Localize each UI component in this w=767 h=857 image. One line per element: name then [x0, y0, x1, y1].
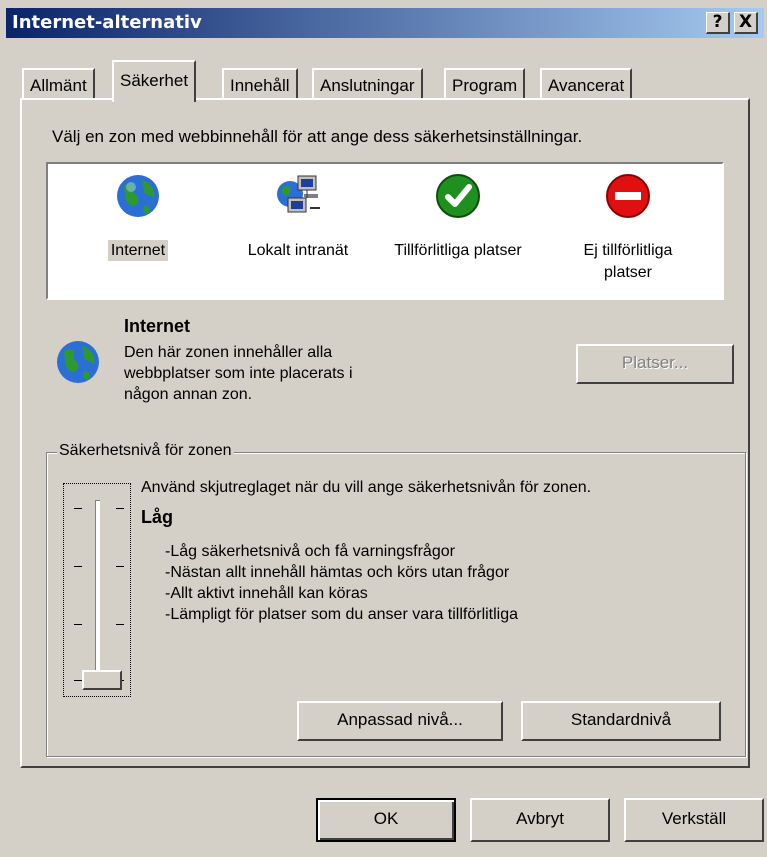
level-name: Låg — [141, 507, 174, 527]
slider-hint: Använd skjutreglaget när du vill ange sä… — [141, 479, 592, 496]
zone-trusted-sites[interactable]: Tillförlitliga platser — [378, 164, 538, 298]
zone-restricted-sites[interactable]: Ej tillförlitliga platser — [548, 164, 708, 298]
slider-tick — [116, 566, 124, 567]
tab-innehall[interactable]: Innehåll — [222, 68, 298, 98]
apply-button[interactable]: Verkställ — [624, 798, 764, 842]
slider-thumb[interactable] — [82, 670, 122, 690]
slider-tick — [116, 624, 124, 625]
zone-description-line: webbplatser som inte placerats i — [124, 365, 353, 382]
zone-label: Tillförlitliga platser — [394, 242, 522, 259]
globe-icon — [57, 341, 99, 383]
window-title: Internet-alternativ — [12, 12, 202, 33]
default-level-button[interactable]: Standardnivå — [521, 701, 721, 741]
tab-sakerhet[interactable]: Säkerhet — [112, 60, 197, 102]
zone-internet[interactable]: Internet — [58, 164, 218, 298]
selected-zone-name: Internet — [124, 316, 191, 336]
globe-icon — [117, 175, 159, 217]
slider-tick — [74, 680, 82, 681]
zone-label: Lokalt intranät — [247, 242, 349, 259]
title-bar[interactable]: Internet-alternativ ? X — [6, 8, 764, 38]
network-computers-icon — [277, 175, 320, 213]
zone-description-line: någon annan zon. — [124, 386, 253, 403]
level-detail: -Låg säkerhetsnivå och få varningsfrågor — [165, 543, 455, 560]
slider-tick — [74, 624, 82, 625]
help-button[interactable]: ? — [706, 12, 730, 34]
security-tab-panel: Välj en zon med webbinnehåll för att ang… — [20, 98, 750, 768]
red-block-icon — [606, 174, 650, 218]
slider-tick — [74, 508, 82, 509]
security-slider[interactable] — [63, 483, 131, 697]
slider-tick — [116, 508, 124, 509]
tab-avancerat[interactable]: Avancerat — [540, 68, 633, 98]
ok-button[interactable]: OK — [316, 798, 456, 842]
green-check-icon — [436, 174, 480, 218]
tab-allmant[interactable]: Allmänt — [22, 68, 95, 98]
close-button[interactable]: X — [734, 12, 758, 34]
security-level-label: Säkerhetsnivå för zonen — [57, 442, 234, 460]
zone-label: Ej tillförlitliga platser — [583, 242, 673, 281]
level-detail: -Lämpligt för platser som du anser vara … — [165, 606, 519, 623]
cancel-button[interactable]: Avbryt — [470, 798, 610, 842]
security-level-group: Säkerhetsnivå för zonen Använd skjutregl… — [46, 442, 746, 757]
level-detail: -Nästan allt innehåll hämtas och körs ut… — [165, 564, 510, 581]
slider-tick — [74, 566, 82, 567]
tab-program[interactable]: Program — [444, 68, 526, 98]
slider-track — [95, 500, 100, 685]
zone-description-line: Den här zonen innehåller alla — [124, 344, 333, 361]
zone-prompt: Välj en zon med webbinnehåll för att ang… — [52, 127, 583, 146]
custom-level-button[interactable]: Anpassad nivå... — [297, 701, 503, 741]
level-detail: -Allt aktivt innehåll kan köras — [165, 585, 368, 602]
zone-list[interactable]: Internet Lokalt intranät Tillförlitliga … — [46, 162, 724, 300]
internet-options-window: Internet-alternativ ? X Allmänt Säkerhet… — [0, 0, 767, 857]
zone-label: Internet — [58, 240, 218, 262]
sites-button[interactable]: Platser... — [576, 344, 734, 384]
zone-local-intranet[interactable]: Lokalt intranät — [218, 164, 378, 298]
tab-anslutningar[interactable]: Anslutningar — [312, 68, 423, 98]
